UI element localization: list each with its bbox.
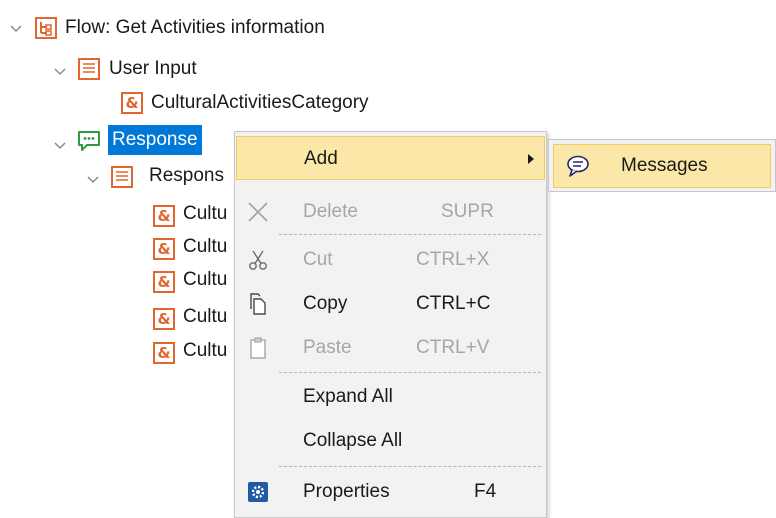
menu-item-paste-shortcut: CTRL+V	[416, 337, 490, 358]
tree-item-cultural-label[interactable]: Cultu	[183, 337, 227, 365]
flow-icon	[35, 17, 57, 39]
ampersand-icon: &	[153, 342, 175, 364]
menu-item-paste-label: Paste	[303, 337, 352, 358]
menu-separator	[279, 466, 541, 467]
tree-item-category-label[interactable]: CulturalActivitiesCategory	[151, 89, 369, 117]
menu-item-properties-label: Properties	[303, 481, 390, 502]
submenu-item-messages-label: Messages	[621, 155, 708, 176]
delete-icon	[248, 202, 268, 222]
paste-icon	[250, 337, 266, 359]
chevron-down-icon[interactable]	[9, 22, 23, 36]
tree-item-cultural-label[interactable]: Cultu	[183, 233, 227, 261]
tree-item-cultural-label[interactable]: Cultu	[183, 200, 227, 228]
menu-item-delete-label: Delete	[303, 201, 358, 222]
tree-item-user-input-label[interactable]: User Input	[109, 55, 197, 83]
chevron-down-icon[interactable]	[53, 139, 67, 153]
menu-item-collapse-all-label: Collapse All	[303, 430, 403, 451]
menu-item-copy[interactable]: Copy CTRL+C	[236, 282, 545, 326]
menu-item-expand-all-label: Expand All	[303, 386, 393, 407]
tree-item-response-child-label[interactable]: Respons	[149, 162, 224, 190]
menu-item-cut[interactable]: Cut CTRL+X	[236, 238, 545, 282]
context-menu: Add Delete SUPR Cut CTRL+X Copy CTRL+C P…	[234, 131, 547, 518]
ampersand-icon: &	[153, 205, 175, 227]
menu-item-cut-label: Cut	[303, 249, 333, 270]
tree-item-flow-label[interactable]: Flow: Get Activities information	[65, 14, 325, 42]
ampersand-icon: &	[153, 238, 175, 260]
list-icon	[111, 166, 133, 188]
chevron-down-icon[interactable]	[53, 65, 67, 79]
menu-separator	[279, 372, 541, 373]
copy-icon	[250, 293, 266, 315]
ampersand-icon: &	[121, 92, 143, 114]
menu-separator	[279, 234, 541, 235]
menu-item-delete-shortcut: SUPR	[441, 201, 494, 222]
scissors-icon	[249, 250, 267, 270]
message-icon	[567, 155, 589, 177]
menu-item-expand-all[interactable]: Expand All	[236, 375, 545, 419]
menu-item-properties[interactable]: Properties F4	[236, 470, 545, 514]
chevron-down-icon[interactable]	[86, 173, 100, 187]
menu-item-copy-label: Copy	[303, 293, 348, 314]
tree-item-cultural-label[interactable]: Cultu	[183, 303, 227, 331]
menu-item-paste[interactable]: Paste CTRL+V	[236, 326, 545, 370]
menu-item-cut-shortcut: CTRL+X	[416, 249, 490, 270]
submenu-arrow-icon	[528, 154, 534, 164]
submenu-add: Messages	[548, 139, 776, 192]
menu-item-add[interactable]: Add	[236, 136, 545, 180]
menu-item-properties-shortcut: F4	[474, 481, 497, 502]
ampersand-icon: &	[153, 308, 175, 330]
list-icon	[78, 58, 100, 80]
menu-item-copy-shortcut: CTRL+C	[416, 293, 491, 314]
tree-item-cultural-label[interactable]: Cultu	[183, 266, 227, 294]
submenu-item-messages[interactable]: Messages	[553, 144, 771, 188]
tree-item-response-label[interactable]: Response	[108, 125, 202, 155]
ampersand-icon: &	[153, 271, 175, 293]
chat-icon	[78, 131, 100, 151]
menu-item-collapse-all[interactable]: Collapse All	[236, 419, 545, 463]
menu-item-add-label: Add	[304, 148, 338, 169]
gear-icon	[248, 482, 268, 502]
menu-item-delete[interactable]: Delete SUPR	[236, 190, 545, 234]
